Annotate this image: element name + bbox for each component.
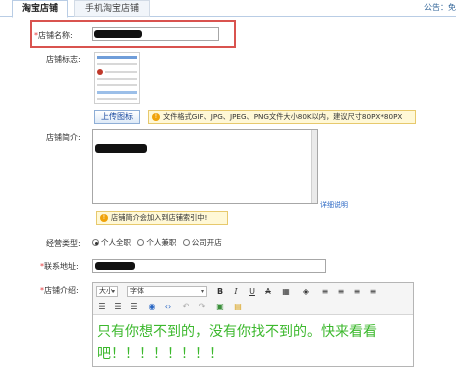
source-code-icon[interactable]: ‹› [162, 301, 174, 313]
image-icon[interactable]: ▣ [214, 301, 226, 313]
tab-mobile-taobao-shop[interactable]: 手机淘宝店铺 [74, 0, 150, 17]
warning-icon: ! [152, 113, 160, 121]
align-right-icon[interactable]: ≡ [351, 286, 363, 298]
contact-address-input[interactable] [92, 259, 326, 273]
tab-taobao-shop[interactable]: 淘宝店铺 [12, 0, 68, 18]
shop-name-label: *店铺名称: [34, 31, 73, 40]
redacted-text [95, 262, 135, 270]
preview-bar [97, 91, 137, 94]
strikethrough-button[interactable]: A [262, 286, 274, 298]
shop-intro-label: 店铺简介: [46, 133, 81, 142]
align-left-icon[interactable]: ≡ [319, 286, 331, 298]
align-center-icon[interactable]: ≡ [335, 286, 347, 298]
table-icon[interactable]: ▦ [280, 286, 292, 298]
textarea-scrollbar[interactable] [311, 130, 317, 203]
radio-parttime[interactable]: 个人兼职 [137, 238, 176, 247]
bold-button[interactable]: B [214, 286, 226, 298]
upload-logo-button[interactable]: 上传图标 [94, 110, 140, 124]
media-icon[interactable]: ▤ [232, 301, 244, 313]
shop-intro-textarea[interactable] [92, 129, 318, 204]
radio-button[interactable] [182, 239, 190, 246]
justify-icon[interactable]: ≡ [367, 286, 379, 298]
business-type-label: 经营类型: [46, 239, 81, 248]
italic-button[interactable]: I [230, 286, 242, 298]
ordered-list-icon[interactable]: ☰ [96, 301, 108, 313]
editor-toolbar: 大小 ▾ 字体 ▾ B I U A ▦ ◈ ≡ ≡ ≡ ≡ ☰ ☰ ☰ ◉ ‹› ↶… [93, 283, 413, 315]
logo-format-tip: ! 文件格式GIF、JPG、JPEG、PNG文件大小80K以内，建议尺寸80PX… [148, 110, 416, 124]
redacted-text [95, 144, 147, 153]
logo-preview-image [94, 52, 140, 104]
shop-logo-label: 店铺标志: [46, 55, 81, 64]
detail-link[interactable]: 详细说明 [320, 200, 348, 210]
chevron-down-icon: ▾ [111, 288, 115, 295]
preview-dot [97, 69, 103, 75]
undo-icon[interactable]: ↶ [180, 301, 192, 313]
contact-address-label: *联系地址: [40, 262, 79, 271]
notice-link[interactable]: 公告：免 [424, 2, 456, 13]
preview-row [97, 98, 137, 100]
shop-name-input[interactable] [92, 27, 219, 41]
color-icon[interactable]: ◈ [300, 286, 312, 298]
editor-content[interactable]: 只有你想不到的，没有你找不到的。快来看看吧！！！！！！！！ [97, 321, 413, 365]
underline-button[interactable]: U [246, 286, 258, 298]
warning-icon: ! [100, 214, 108, 222]
preview-row [105, 71, 137, 73]
business-type-radios: 个人全职 个人兼职 公司开店 [92, 237, 226, 248]
indent-icon[interactable]: ☰ [112, 301, 124, 313]
outdent-icon[interactable]: ☰ [128, 301, 140, 313]
preview-row [97, 63, 137, 65]
redo-icon[interactable]: ↷ [196, 301, 208, 313]
font-size-select[interactable]: 大小 ▾ [96, 286, 118, 297]
rich-text-editor[interactable]: 大小 ▾ 字体 ▾ B I U A ▦ ◈ ≡ ≡ ≡ ≡ ☰ ☰ ☰ ◉ ‹› ↶… [92, 282, 414, 367]
radio-company[interactable]: 公司开店 [182, 238, 222, 247]
tab-bar: 淘宝店铺 手机淘宝店铺 公告：免 [0, 0, 456, 18]
link-icon[interactable]: ◉ [146, 301, 158, 313]
preview-row [97, 78, 137, 80]
radio-button[interactable] [137, 239, 145, 246]
intro-index-tip: ! 店铺简介会加入到店铺索引中! [96, 211, 228, 225]
shop-desc-label: *店铺介绍: [40, 286, 79, 295]
preview-header-bar [97, 56, 137, 59]
radio-button[interactable] [92, 239, 99, 246]
redacted-text [94, 30, 142, 38]
font-family-select[interactable]: 字体 ▾ [127, 286, 207, 297]
radio-fulltime[interactable]: 个人全职 [92, 238, 131, 247]
preview-row [97, 84, 137, 86]
chevron-down-icon: ▾ [200, 288, 204, 295]
